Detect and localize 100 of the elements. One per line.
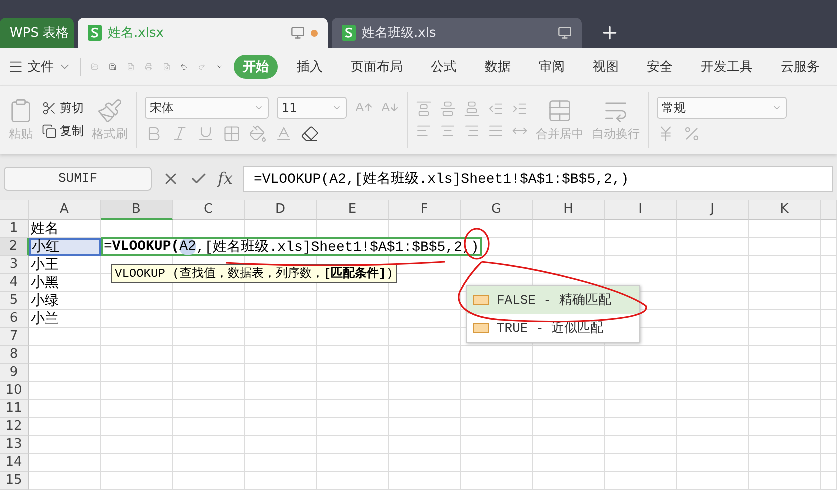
column-header[interactable]: J <box>677 200 749 220</box>
align-top-icon[interactable] <box>416 101 432 117</box>
column-header[interactable]: A <box>29 200 101 220</box>
ribbon-tab[interactable]: 安全 <box>638 54 682 78</box>
function-tooltip: VLOOKUP (查找值，数据表，列序数，[匹配条件]) <box>111 264 398 283</box>
table-cell <box>101 400 173 418</box>
percent-icon[interactable] <box>683 125 701 143</box>
table-cell <box>605 364 677 382</box>
table-cell <box>245 436 317 454</box>
table-cell <box>677 256 749 274</box>
align-left-icon[interactable] <box>416 123 432 139</box>
row-header[interactable]: 5 <box>0 292 29 310</box>
table-cell <box>605 382 677 400</box>
row-header[interactable]: 15 <box>0 472 29 490</box>
table-cell <box>461 436 533 454</box>
app-tab[interactable]: WPS 表格 <box>0 18 74 48</box>
table-cell <box>821 292 837 310</box>
row-header[interactable]: 7 <box>0 328 29 346</box>
table-cell <box>245 364 317 382</box>
name-box[interactable]: SUMIF <box>4 166 152 190</box>
table-cell <box>533 364 605 382</box>
table-cell <box>677 472 749 490</box>
table-cell <box>245 328 317 346</box>
ribbon-tab[interactable]: 视图 <box>584 54 628 78</box>
column-header[interactable] <box>821 200 837 220</box>
table-cell <box>533 346 605 364</box>
table-cell <box>317 400 389 418</box>
row-header[interactable]: 3 <box>0 256 29 274</box>
ribbon-tab[interactable]: 云服务 <box>772 54 829 78</box>
table-cell <box>101 472 173 490</box>
row-header[interactable]: 12 <box>0 418 29 436</box>
indent-increase-icon[interactable] <box>512 101 528 117</box>
table-cell <box>605 238 677 256</box>
ribbon-tab[interactable]: 数据 <box>476 54 520 78</box>
table-cell <box>605 256 677 274</box>
table-cell <box>677 328 749 346</box>
table-cell <box>389 328 461 346</box>
selected-cell[interactable]: 小红 <box>29 238 101 256</box>
row-header[interactable]: 4 <box>0 274 29 292</box>
monitor-icon[interactable] <box>291 26 305 40</box>
table-cell <box>101 454 173 472</box>
table-cell <box>461 454 533 472</box>
underline-icon[interactable] <box>197 125 215 143</box>
row-header[interactable]: 8 <box>0 346 29 364</box>
table-cell <box>101 436 173 454</box>
font-size-select[interactable]: 11 <box>277 97 347 119</box>
align-bottom-icon[interactable] <box>464 101 480 117</box>
column-header[interactable]: D <box>245 200 317 220</box>
row-header[interactable]: 14 <box>0 454 29 472</box>
monitor-icon[interactable] <box>558 26 572 40</box>
column-header[interactable]: F <box>389 200 461 220</box>
row-header[interactable]: 6 <box>0 310 29 328</box>
row-header[interactable]: 1 <box>0 220 29 238</box>
file-menu[interactable]: 文件 <box>8 58 81 76</box>
justify-icon[interactable] <box>488 123 504 139</box>
table-cell <box>173 436 245 454</box>
column-header[interactable]: K <box>749 200 821 220</box>
table-cell <box>533 220 605 238</box>
table-cell <box>821 328 837 346</box>
copy-button[interactable]: 复制 <box>42 123 84 140</box>
border-icon[interactable] <box>223 125 241 143</box>
align-right-icon[interactable] <box>464 123 480 139</box>
row-header[interactable]: 11 <box>0 400 29 418</box>
table-cell <box>677 238 749 256</box>
table-cell <box>677 346 749 364</box>
document-tab[interactable]: 姓名班级.xls <box>332 18 582 48</box>
table-cell <box>101 418 173 436</box>
column-header[interactable]: G <box>461 200 533 220</box>
align-center-icon[interactable] <box>440 123 456 139</box>
column-header[interactable]: I <box>605 200 677 220</box>
font-select[interactable]: 宋体 <box>145 97 269 119</box>
suggestion-item[interactable]: FALSE - 精确匹配 <box>467 286 639 314</box>
ribbon-tab[interactable]: 插入 <box>288 54 332 78</box>
fill-color-icon[interactable] <box>249 125 267 143</box>
table-cell <box>389 364 461 382</box>
row-header[interactable]: 9 <box>0 364 29 382</box>
table-cell <box>101 382 173 400</box>
table-cell <box>317 346 389 364</box>
table-cell <box>749 418 821 436</box>
select-all-corner[interactable] <box>0 200 29 220</box>
number-format-select[interactable]: 常规 <box>657 97 787 119</box>
column-header[interactable]: C <box>173 200 245 220</box>
column-header[interactable]: H <box>533 200 605 220</box>
row-header[interactable]: 2 <box>0 238 29 256</box>
insert-function-button[interactable]: fx <box>218 169 233 188</box>
cut-button[interactable]: 剪切 <box>42 100 84 117</box>
ribbon-tab[interactable]: 开发工具 <box>692 54 762 78</box>
font-color-icon[interactable] <box>275 125 293 143</box>
formula-field[interactable]: =VLOOKUP(A2,[姓名班级.xls]Sheet1!$A$1:$B$5,2,) <box>242 166 833 192</box>
column-header[interactable]: B <box>101 200 173 220</box>
row-header[interactable]: 10 <box>0 382 29 400</box>
ribbon-tab[interactable]: 公式 <box>422 54 466 78</box>
ribbon-tab[interactable]: 页面布局 <box>342 54 412 78</box>
indent-decrease-icon[interactable] <box>488 101 504 117</box>
table-cell <box>317 310 389 328</box>
column-header[interactable]: E <box>317 200 389 220</box>
row-header[interactable]: 13 <box>0 436 29 454</box>
ribbon-tab[interactable]: 审阅 <box>530 54 574 78</box>
eraser-icon[interactable] <box>301 125 319 143</box>
align-middle-icon[interactable] <box>440 101 456 117</box>
